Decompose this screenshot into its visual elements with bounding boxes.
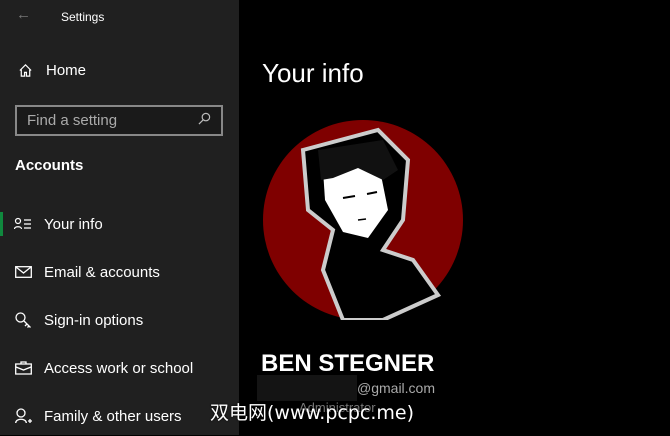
home-label: Home [46,62,87,79]
sidebar-item-email-accounts[interactable]: Email & accounts [0,252,239,292]
mail-icon [14,266,32,278]
sidebar-item-label: Email & accounts [44,263,160,281]
sidebar-item-label: Sign-in options [44,311,144,329]
home-link[interactable]: Home [16,62,86,79]
sidebar-item-label: Your info [44,215,103,233]
user-email: @gmail.com [357,380,436,396]
app-title: Settings [61,10,105,24]
avatar [263,120,463,320]
briefcase-icon [14,361,32,375]
sidebar-item-label: Access work or school [44,359,194,377]
sidebar-item-your-info[interactable]: Your info [0,204,239,244]
sidebar-item-access-work-school[interactable]: Access work or school [0,348,239,388]
home-icon [16,63,34,78]
sidebar-item-label: Family & other users [44,407,182,425]
person-add-icon [14,407,32,425]
sidebar-item-family-other-users[interactable]: Family & other users [0,396,239,436]
sidebar-item-sign-in-options[interactable]: Sign-in options [0,300,239,340]
user-name: BEN STEGNER [261,350,435,377]
main-content: Your info BEN STEGNER @gmail.com Adminis… [239,0,670,435]
search-icon[interactable] [198,112,211,129]
section-heading: Accounts [15,157,84,174]
watermark: 双电网(www.pcpc.me) [210,402,414,424]
search-placeholder: Find a setting [27,112,118,129]
person-list-icon [14,217,32,231]
back-arrow-icon[interactable]: ← [16,6,31,23]
page-title: Your info [262,58,364,88]
sidebar: ← Settings Home Find a setting Accounts … [0,0,239,435]
key-icon [14,311,32,329]
search-input[interactable]: Find a setting [15,105,223,136]
title-bar: ← Settings [0,0,239,32]
